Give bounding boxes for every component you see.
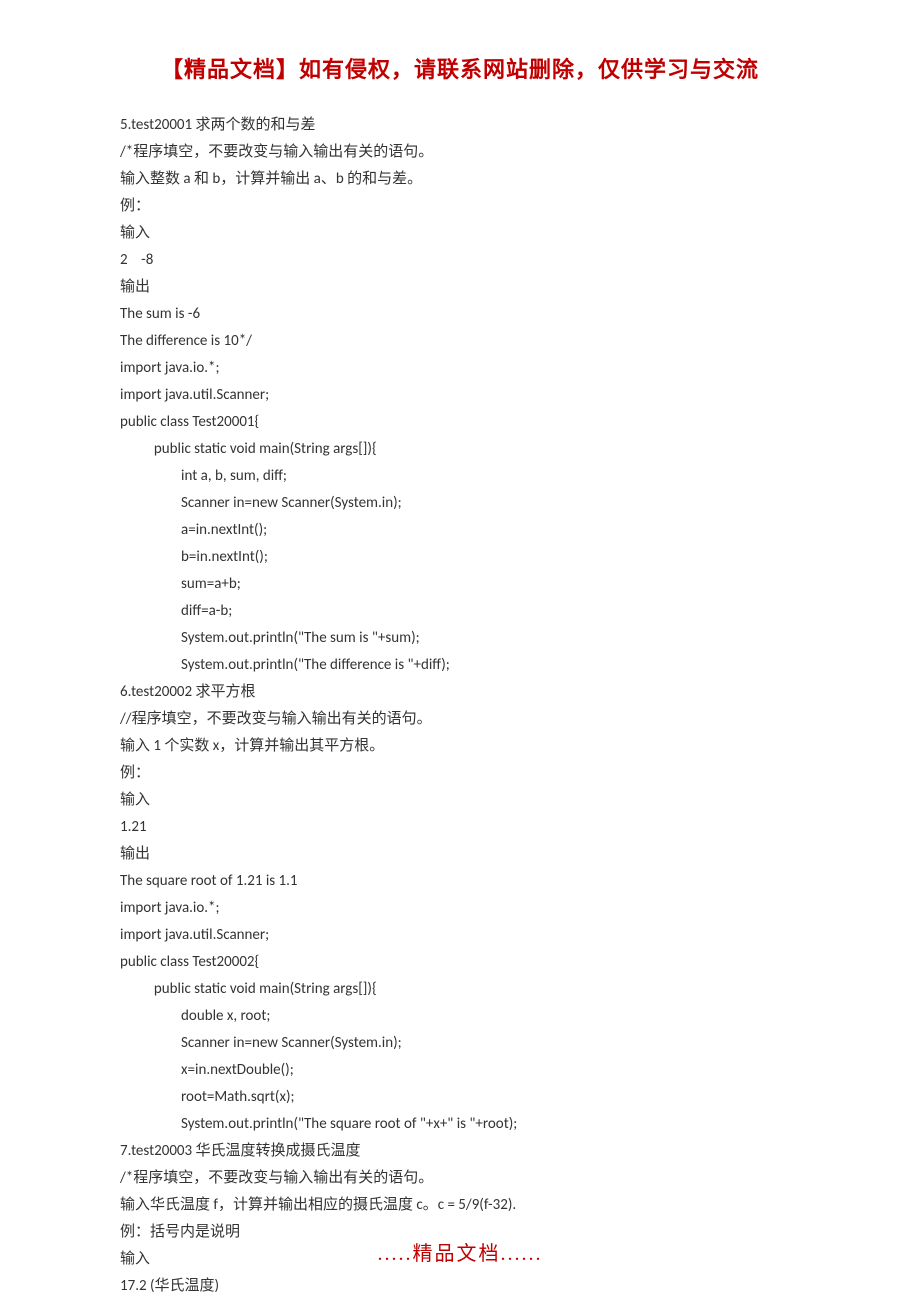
code-line: 输入整数 a 和 b，计算并输出 a、b 的和与差。: [120, 166, 800, 193]
code-line: 输入: [120, 220, 800, 247]
code-line: //程序填空，不要改变与输入输出有关的语句。: [120, 706, 800, 733]
code-line: /*程序填空，不要改变与输入输出有关的语句。: [120, 1165, 800, 1192]
page: 【精品文档】如有侵权，请联系网站删除，仅供学习与交流 5.test20001 求…: [0, 0, 920, 1300]
code-line: public static void main(String args[]){: [120, 976, 800, 1003]
code-line: x=in.nextDouble();: [120, 1057, 800, 1084]
code-line: System.out.println("The sum is "+sum);: [120, 625, 800, 652]
code-line: a=in.nextInt();: [120, 517, 800, 544]
code-line: import java.util.Scanner;: [120, 922, 800, 949]
code-line: 6.test20002 求平方根: [120, 679, 800, 706]
code-line: 例：: [120, 193, 800, 220]
code-line: 例：: [120, 760, 800, 787]
code-line: root=Math.sqrt(x);: [120, 1084, 800, 1111]
code-line: The sum is -6: [120, 301, 800, 328]
code-line: public static void main(String args[]){: [120, 436, 800, 463]
code-line: Scanner in=new Scanner(System.in);: [120, 1030, 800, 1057]
page-header: 【精品文档】如有侵权，请联系网站删除，仅供学习与交流: [120, 52, 800, 84]
code-line: 输入华氏温度 f，计算并输出相应的摄氏温度 c。c = 5/9(f-32).: [120, 1192, 800, 1219]
code-line: import java.io.*;: [120, 895, 800, 922]
code-line: 2 -8: [120, 247, 800, 274]
code-line: 7.test20003 华氏温度转换成摄氏温度: [120, 1138, 800, 1165]
code-line: b=in.nextInt();: [120, 544, 800, 571]
code-line: Scanner in=new Scanner(System.in);: [120, 490, 800, 517]
code-line: System.out.println("The square root of "…: [120, 1111, 800, 1138]
code-line: The difference is 10*/: [120, 328, 800, 355]
code-line: int a, b, sum, diff;: [120, 463, 800, 490]
code-line: 输出: [120, 841, 800, 868]
code-line: 5.test20001 求两个数的和与差: [120, 112, 800, 139]
code-line: sum=a+b;: [120, 571, 800, 598]
code-line: 输入: [120, 787, 800, 814]
code-line: 17.2 (华氏温度): [120, 1273, 800, 1300]
code-line: public class Test20002{: [120, 949, 800, 976]
code-line: diff=a-b;: [120, 598, 800, 625]
code-line: /*程序填空，不要改变与输入输出有关的语句。: [120, 139, 800, 166]
code-line: import java.util.Scanner;: [120, 382, 800, 409]
code-line: 输出: [120, 274, 800, 301]
code-line: 1.21: [120, 814, 800, 841]
document-body: 5.test20001 求两个数的和与差/*程序填空，不要改变与输入输出有关的语…: [120, 112, 800, 1300]
code-line: public class Test20001{: [120, 409, 800, 436]
page-footer: .....精品文档......: [0, 1237, 920, 1266]
code-line: 输入 1 个实数 x，计算并输出其平方根。: [120, 733, 800, 760]
code-line: System.out.println("The difference is "+…: [120, 652, 800, 679]
code-line: double x, root;: [120, 1003, 800, 1030]
code-line: import java.io.*;: [120, 355, 800, 382]
code-line: The square root of 1.21 is 1.1: [120, 868, 800, 895]
